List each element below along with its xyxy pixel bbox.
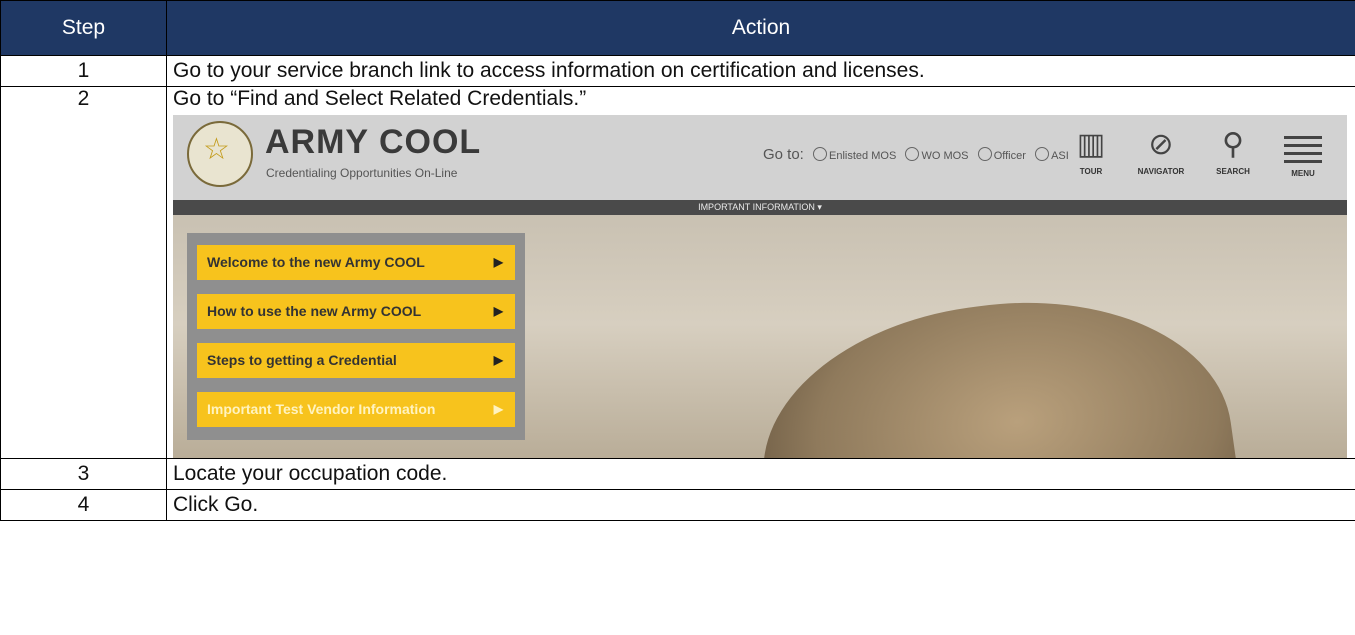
step-action-cell: Go to “Find and Select Related Credentia…: [166, 86, 1355, 459]
brand-tagline: Credentialing Opportunities On-Line: [266, 166, 458, 180]
nav-menu[interactable]: MENU: [1273, 129, 1333, 178]
nav-tour[interactable]: ▥ TOUR: [1061, 128, 1121, 177]
header-action: Action: [166, 0, 1355, 56]
table-row: 3 Locate your occupation code.: [0, 458, 1355, 490]
star-icon: ☆: [203, 133, 230, 166]
step-action: Go to your service branch link to access…: [166, 55, 1355, 87]
info-menu: Welcome to the new Army COOL ▶ How to use…: [187, 233, 525, 440]
table-row: 2 Go to “Find and Select Related Credent…: [0, 86, 1355, 459]
goto-option-officer[interactable]: Officer: [994, 150, 1026, 162]
nav-navigator[interactable]: ⊘ NAVIGATOR: [1131, 128, 1191, 177]
triangle-right-icon: ▶: [493, 255, 503, 269]
menu-item-steps[interactable]: Steps to getting a Credential ▶: [197, 343, 515, 378]
nav-label: SEARCH: [1216, 167, 1250, 176]
goto-selector: Go to: Enlisted MOS WO MOS Officer ASI: [763, 146, 1069, 163]
radio-icon[interactable]: [1035, 147, 1050, 161]
site-header: ☆ ARMY COOL Credentialing Opportunities …: [173, 115, 1347, 200]
table-row: 1 Go to your service branch link to acce…: [0, 55, 1355, 87]
compass-icon: ⊘: [1148, 128, 1174, 161]
menu-item-how-to-use[interactable]: How to use the new Army COOL ▶: [197, 294, 515, 329]
radio-icon[interactable]: [813, 147, 828, 161]
step-number: 1: [0, 55, 167, 87]
goto-label: Go to:: [763, 146, 804, 163]
nav-search[interactable]: ⚲ SEARCH: [1203, 128, 1263, 177]
army-cool-logo: ☆: [187, 121, 253, 187]
menu-item-welcome[interactable]: Welcome to the new Army COOL ▶: [197, 245, 515, 280]
army-cool-screenshot: ☆ ARMY COOL Credentialing Opportunities …: [173, 115, 1347, 458]
goto-option-wo[interactable]: WO MOS: [921, 150, 968, 162]
steps-table: Step Action 1 Go to your service branch …: [0, 0, 1355, 521]
nav-label: NAVIGATOR: [1137, 167, 1185, 176]
step-number: 3: [0, 458, 167, 490]
menu-item-label: Important Test Vendor Information: [207, 401, 436, 417]
step-number: 2: [0, 86, 167, 459]
table-row: 4 Click Go.: [0, 489, 1355, 521]
menu-item-label: How to use the new Army COOL: [207, 303, 422, 319]
search-icon: ⚲: [1222, 128, 1244, 161]
radio-icon[interactable]: [905, 147, 920, 161]
hamburger-icon: [1273, 129, 1333, 169]
goto-option-enlisted[interactable]: Enlisted MOS: [829, 150, 896, 162]
step-action: Locate your occupation code.: [166, 458, 1355, 490]
triangle-right-icon: ▶: [493, 402, 503, 416]
nav-label: TOUR: [1079, 167, 1103, 176]
soldier-helmet-image: [744, 273, 1252, 458]
brand-title: ARMY COOL: [265, 123, 482, 161]
step-action: Go to “Find and Select Related Credentia…: [173, 87, 587, 110]
menu-item-label: Welcome to the new Army COOL: [207, 254, 425, 270]
important-info-bar[interactable]: IMPORTANT INFORMATION ▾: [173, 200, 1347, 215]
triangle-right-icon: ▶: [493, 304, 503, 318]
triangle-right-icon: ▶: [493, 353, 503, 367]
map-icon: ▥: [1076, 128, 1106, 161]
step-number: 4: [0, 489, 167, 521]
menu-item-label: Steps to getting a Credential: [207, 352, 397, 368]
header-step: Step: [0, 0, 167, 56]
step-action: Click Go.: [166, 489, 1355, 521]
radio-icon[interactable]: [977, 147, 992, 161]
table-header-row: Step Action: [0, 0, 1355, 56]
nav-label: MENU: [1291, 169, 1315, 178]
menu-item-test-vendor[interactable]: Important Test Vendor Information ▶: [197, 392, 515, 427]
